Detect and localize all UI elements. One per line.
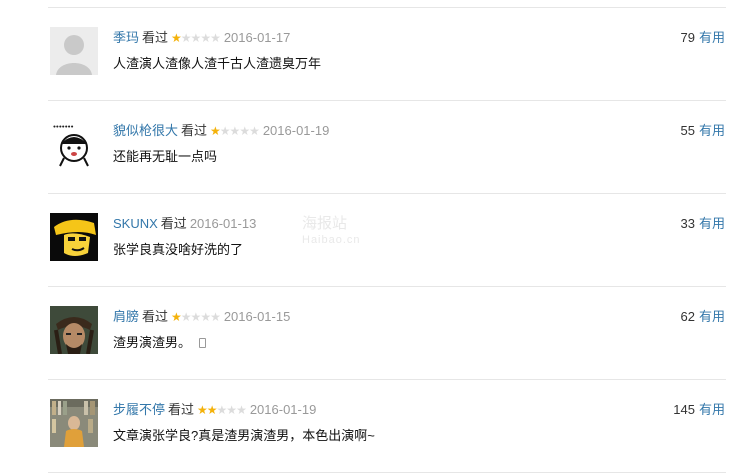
watch-status: 看过 [142, 30, 169, 45]
author-link[interactable]: 肩膀 [113, 309, 139, 324]
avatar[interactable] [50, 399, 98, 447]
vote-count: 79 [680, 30, 695, 45]
comment-text: 还能再无耻一点吗 [113, 149, 218, 164]
comment-meta: 肩膀 看过 ★★★★★ 2016-01-15 [113, 308, 290, 326]
rating-stars: ★★★★★ [210, 124, 260, 138]
avatar[interactable] [50, 213, 98, 261]
vote-count: 62 [680, 309, 695, 324]
watch-status: 看过 [142, 309, 169, 324]
comment-text: 文章演张学良?真是渣男演渣男，本色出演啊~ [113, 428, 375, 443]
author-link[interactable]: 貌似枪很大 [113, 123, 178, 138]
avatar[interactable]: ꔷꔷꔷꔷꔷꔷꔷ [50, 120, 98, 168]
vote-area: 79 有用 [681, 29, 725, 47]
comment-date: 2016-01-15 [223, 309, 291, 324]
avatar[interactable] [50, 27, 98, 75]
author-link[interactable]: SKUNX [113, 216, 158, 231]
mobile-phone-icon [199, 338, 207, 348]
rating-stars: ★★★★★ [197, 403, 247, 417]
comment-item: SKUNX 看过 2016-01-13 张学良真没啥好洗的了 33 有用 [48, 194, 726, 287]
useful-button[interactable]: 有用 [699, 30, 725, 45]
comment-item: 季玛 看过 ★★★★★ 2016-01-17 人渣演人渣像人渣千古人渣遗臭万年 79 有… [48, 8, 726, 101]
comment-list: 季玛 看过 ★★★★★ 2016-01-17 人渣演人渣像人渣千古人渣遗臭万年 79 有… [48, 7, 726, 473]
comment-date: 2016-01-13 [189, 216, 257, 231]
svg-text:ꔷꔷꔷꔷꔷꔷꔷ: ꔷꔷꔷꔷꔷꔷꔷ [53, 124, 74, 131]
comment-date: 2016-01-19 [262, 123, 330, 138]
useful-button[interactable]: 有用 [699, 309, 725, 324]
avatar[interactable] [50, 306, 98, 354]
comment-text: 张学良真没啥好洗的了 [113, 242, 244, 257]
useful-button[interactable]: 有用 [699, 216, 725, 231]
author-link[interactable]: 季玛 [113, 30, 139, 45]
vote-count: 55 [680, 123, 695, 138]
rating-stars: ★★★★★ [171, 31, 221, 45]
watch-status: 看过 [181, 123, 208, 138]
vote-area: 33 有用 [681, 215, 725, 233]
comment-item: 步履不停 看过 ★★★★★ 2016-01-19 文章演张学良?真是渣男演渣男，本色出… [48, 380, 726, 473]
comment-text: 渣男演渣男。 [113, 334, 207, 352]
comment-meta: SKUNX 看过 2016-01-13 [113, 215, 256, 233]
vote-count: 33 [680, 216, 695, 231]
default-avatar-icon [50, 27, 98, 75]
comment-item: 肩膀 看过 ★★★★★ 2016-01-15 渣男演渣男。 62 有用 [48, 287, 726, 380]
watch-status: 看过 [160, 216, 187, 231]
yellow-cartoon-icon [50, 213, 98, 261]
comment-meta: 貌似枪很大 看过 ★★★★★ 2016-01-19 [113, 122, 329, 140]
vote-area: 62 有用 [681, 308, 725, 326]
vote-area: 145 有用 [673, 401, 725, 419]
watch-status: 看过 [168, 402, 195, 417]
comment-item: ꔷꔷꔷꔷꔷꔷꔷ 貌似枪很大 看过 ★★★★★ 2016-01-19 还能再无耻一点吗 … [48, 101, 726, 194]
comment-text: 人渣演人渣像人渣千古人渣遗臭万年 [113, 56, 322, 71]
vote-count: 145 [673, 402, 695, 417]
comment-date: 2016-01-17 [223, 30, 291, 45]
comment-meta: 步履不停 看过 ★★★★★ 2016-01-19 [113, 401, 316, 419]
comment-text-content: 渣男演渣男。 [113, 335, 192, 350]
vote-area: 55 有用 [681, 122, 725, 140]
pirate-icon [50, 306, 98, 354]
useful-button[interactable]: 有用 [699, 123, 725, 138]
rating-stars: ★★★★★ [171, 310, 221, 324]
useful-button[interactable]: 有用 [699, 402, 725, 417]
comment-meta: 季玛 看过 ★★★★★ 2016-01-17 [113, 29, 290, 47]
bookshelf-photo-icon [50, 399, 98, 447]
author-link[interactable]: 步履不停 [113, 402, 165, 417]
comment-date: 2016-01-19 [249, 402, 317, 417]
cartoon-face-icon: ꔷꔷꔷꔷꔷꔷꔷ [50, 120, 98, 168]
